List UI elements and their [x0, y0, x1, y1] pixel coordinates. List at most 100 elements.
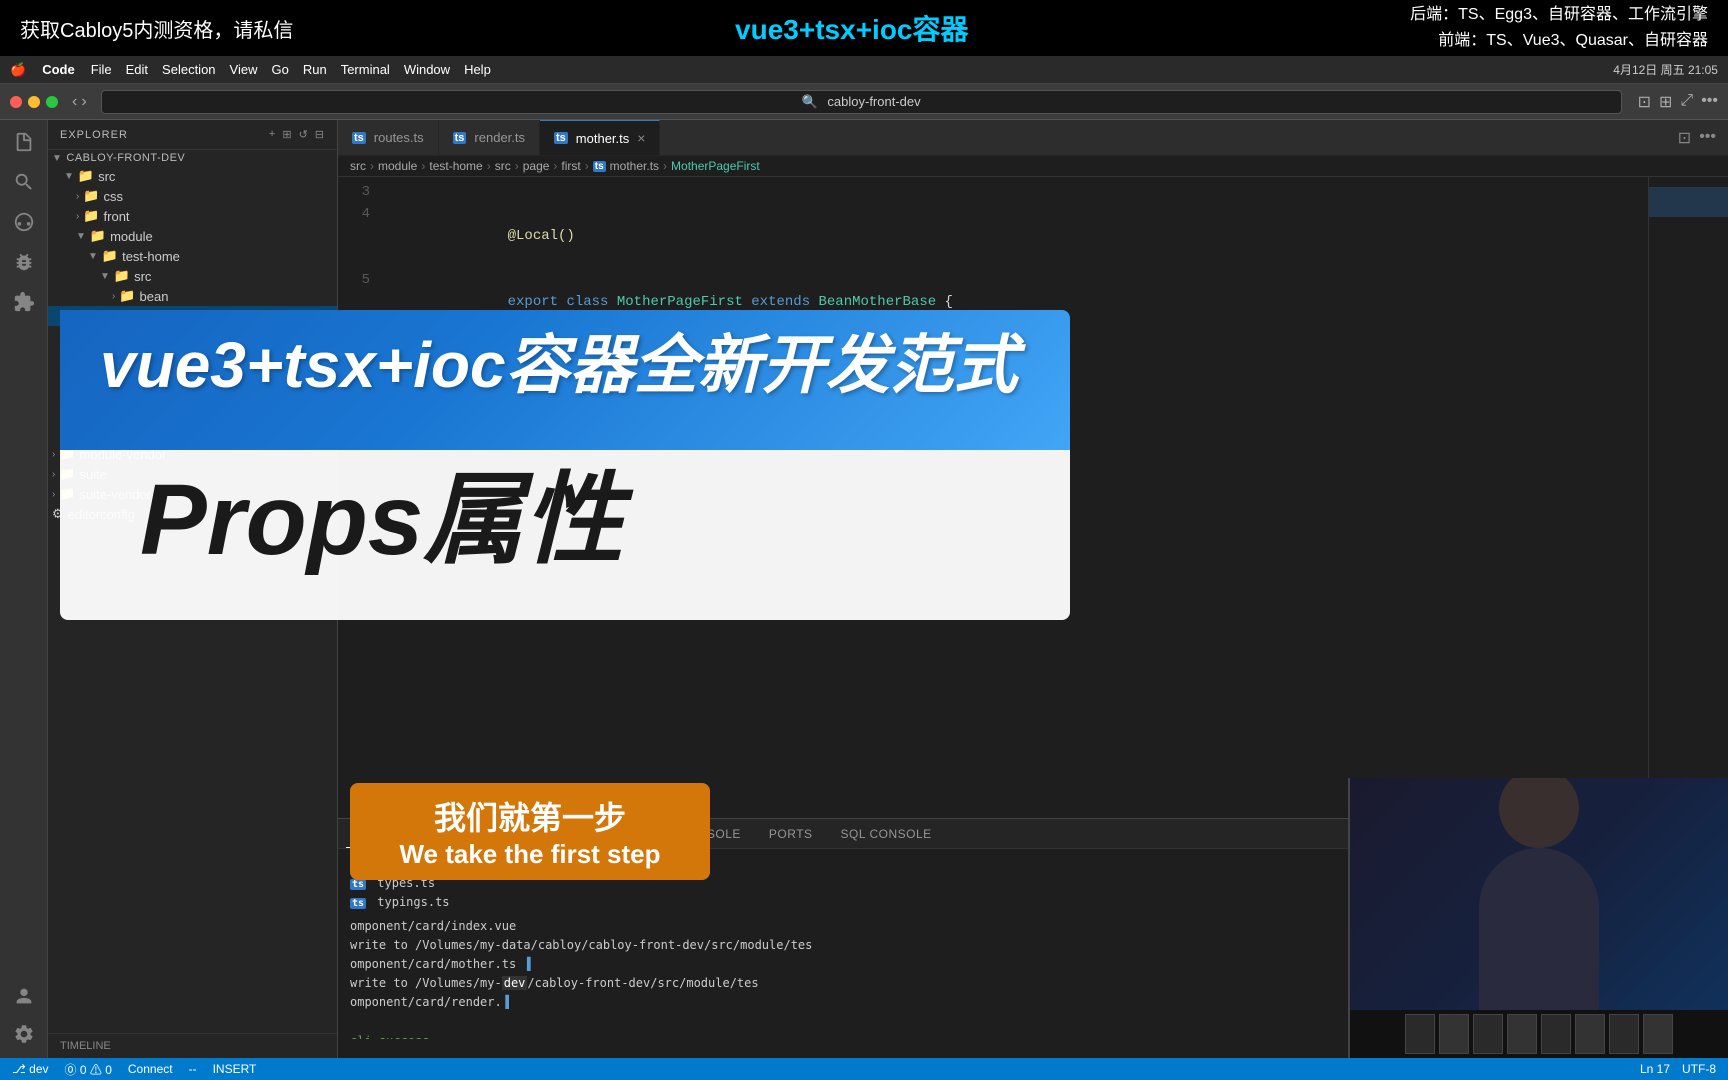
panel-tab-ports[interactable]: PORTS [757, 819, 825, 848]
sidebar-item-gitkeep[interactable]: ☁ .gitkeep [48, 425, 337, 444]
sidebar-item-types-ts[interactable]: ts types.ts [48, 349, 337, 368]
bc-test-home[interactable]: test-home [429, 159, 482, 173]
tab-mother-ts[interactable]: ts mother.ts × [540, 120, 660, 155]
forward-arrow[interactable]: › [81, 93, 86, 111]
subtitle-chinese: 我们就第一步 [374, 793, 686, 839]
sidebar-item-package-json[interactable]: {} package.json [48, 387, 337, 406]
traffic-lights [10, 96, 58, 108]
code-line-6: 6 @Use() [338, 335, 1728, 401]
code-editor[interactable]: 3 4 @Local() 5 export class MotherPageFi… [338, 177, 1728, 818]
page-root: 获取Cabloy5内测资格，请私信 vue3+tsx+ioc容器 后端：TS、E… [0, 0, 1728, 1080]
split-editor-icon[interactable]: ⊡ [1678, 128, 1691, 148]
webcam-bg-shelf [1350, 1010, 1728, 1058]
bc-first[interactable]: first [561, 159, 580, 173]
tab-close-icon[interactable]: × [637, 130, 645, 146]
menu-selection[interactable]: Selection [162, 62, 215, 77]
sidebar-item-front[interactable]: › 📁 front [48, 206, 337, 226]
panel-tab-sql-console[interactable]: SQL CONSOLE [829, 819, 944, 848]
more-icon[interactable]: ••• [1701, 92, 1718, 112]
split-icon[interactable]: ⊡ [1638, 92, 1651, 112]
root-folder[interactable]: ▼ CABLOY-FRONT-DEV [48, 150, 337, 166]
webcam-overlay [1348, 778, 1728, 1058]
status-mode: INSERT [213, 1062, 257, 1076]
shelf-item [1507, 1014, 1537, 1054]
maximize-button[interactable] [46, 96, 58, 108]
sidebar-item-c-active[interactable]: ▼ 📁 c [48, 306, 337, 326]
activity-bottom [10, 982, 38, 1058]
menu-file[interactable]: File [91, 62, 112, 77]
bc-module[interactable]: module [378, 159, 417, 173]
apple-logo: 🍎 [10, 62, 26, 78]
status-indent: -- [189, 1062, 197, 1076]
bc-src2[interactable]: src [495, 159, 511, 173]
tab-routes-ts[interactable]: ts routes.ts [338, 120, 439, 155]
close-button[interactable] [10, 96, 22, 108]
root-folder-label: CABLOY-FRONT-DEV [66, 152, 185, 164]
top-banner: 获取Cabloy5内测资格，请私信 vue3+tsx+ioc容器 后端：TS、E… [0, 0, 1728, 56]
bc-class[interactable]: MotherPageFirst [671, 159, 760, 173]
menu-edit[interactable]: Edit [126, 62, 148, 77]
sidebar-item-typings-ts[interactable]: ts typings.ts [48, 368, 337, 387]
menu-go[interactable]: Go [271, 62, 288, 77]
sidebar-item-suite[interactable]: › 📁 suite [48, 464, 337, 484]
sidebar-item-css[interactable]: › 📁 css [48, 186, 337, 206]
shelf-item [1609, 1014, 1639, 1054]
menu-run[interactable]: Run [303, 62, 327, 77]
person-head [1499, 778, 1579, 848]
sidebar-item-routes-ts[interactable]: ts routes.ts [48, 330, 337, 349]
menu-window[interactable]: Window [404, 62, 450, 77]
extensions-icon[interactable] [10, 288, 38, 316]
menu-view[interactable]: View [230, 62, 258, 77]
fullscreen-icon[interactable]: ⤢ [1680, 92, 1693, 112]
more-actions-icon[interactable]: ••• [1699, 128, 1716, 148]
sidebar-item-bean[interactable]: › 📁 bean [48, 286, 337, 306]
sidebar-item-src[interactable]: ▼ 📁 src [48, 166, 337, 186]
new-folder-icon[interactable]: ⊞ [282, 128, 292, 141]
status-errors[interactable]: ⓪ 0 ⚠ 0 [65, 1061, 112, 1078]
sidebar-item-module-vendor[interactable]: › 📁 module-vendor [48, 444, 337, 464]
bc-src[interactable]: src [350, 159, 366, 173]
app-name: Code [42, 62, 75, 77]
menu-items: File Edit Selection View Go Run Terminal… [91, 62, 491, 77]
banner-left: 获取Cabloy5内测资格，请私信 [20, 14, 293, 43]
bc-page[interactable]: page [523, 159, 550, 173]
url-bar[interactable]: 🔍 cabloy-front-dev [101, 90, 1622, 114]
sidebar-item-editorconfig[interactable]: ⚙ editorconfig [48, 504, 337, 524]
shelf-item [1541, 1014, 1571, 1054]
user-icon[interactable] [10, 982, 38, 1010]
datetime: 4月12日 周五 21:05 [1613, 63, 1718, 77]
search-icon[interactable] [10, 168, 38, 196]
banner-center: vue3+tsx+ioc容器 [735, 8, 968, 48]
back-arrow[interactable]: ‹ [72, 93, 77, 111]
shelf-item [1439, 1014, 1469, 1054]
debug-icon[interactable] [10, 248, 38, 276]
menu-terminal[interactable]: Terminal [341, 62, 390, 77]
refresh-icon[interactable]: ↺ [299, 128, 309, 141]
minimap [1648, 177, 1728, 818]
status-branch[interactable]: ⎇ dev [12, 1062, 49, 1076]
sidebar-item-src2[interactable]: ▼ 📁 src [48, 266, 337, 286]
shelf-item [1643, 1014, 1673, 1054]
collapse-all-icon[interactable]: ⊟ [315, 128, 325, 141]
shelf-item [1473, 1014, 1503, 1054]
bc-mother-ts[interactable]: mother.ts [610, 159, 659, 173]
code-line-4: 4 @Local() [338, 203, 1728, 269]
layout-icon[interactable]: ⊞ [1659, 92, 1672, 112]
editor-icons: ⊡ ••• [1678, 128, 1728, 148]
sidebar-item-module[interactable]: ▼ 📁 module [48, 226, 337, 246]
status-connect[interactable]: Connect [128, 1062, 173, 1076]
menu-help[interactable]: Help [464, 62, 491, 77]
new-file-icon[interactable]: + [269, 128, 276, 141]
status-encoding: UTF-8 [1682, 1062, 1716, 1076]
source-control-icon[interactable] [10, 208, 38, 236]
webcam-person [1350, 778, 1728, 1058]
subtitle-overlay: 我们就第一步 We take the first step [350, 783, 710, 880]
tab-render-ts[interactable]: ts render.ts [439, 120, 540, 155]
files-icon[interactable] [10, 128, 38, 156]
sidebar-item-tsconfig[interactable]: {} tsconfig.json [48, 406, 337, 425]
banner-right: 后端：TS、Egg3、自研容器、工作流引擎 前端：TS、Vue3、Quasar、… [1410, 2, 1708, 53]
sidebar-item-test-home[interactable]: ▼ 📁 test-home [48, 246, 337, 266]
sidebar-item-suite-vendor[interactable]: › 📁 suite-vendor [48, 484, 337, 504]
settings-icon[interactable] [10, 1020, 38, 1048]
minimize-button[interactable] [28, 96, 40, 108]
